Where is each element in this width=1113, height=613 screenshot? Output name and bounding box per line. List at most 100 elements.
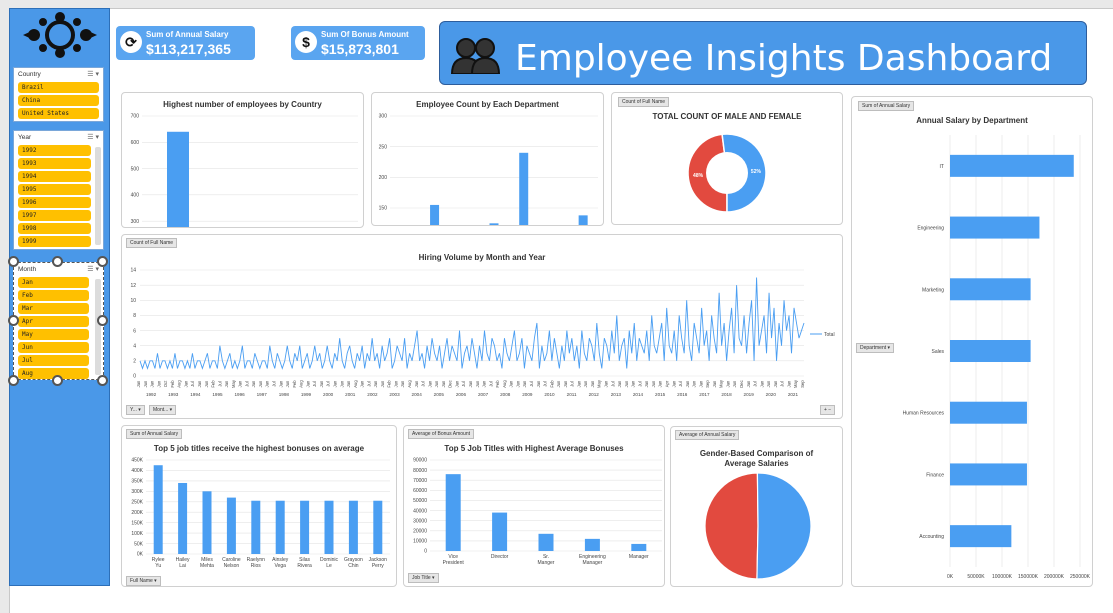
month-tick-label: Jan [536,380,541,387]
year-tick-label: 2017 [699,392,710,397]
year-tick-label: 2000 [323,392,334,397]
year-slicer[interactable]: Year ☰ ▾ 1992 1993 1994 1995 1996 1997 19… [13,130,104,250]
month-slicer[interactable]: Month ☰ ▾ Jan Feb Mar Apr May Jun Jul Aug [13,262,104,380]
resize-handle[interactable] [52,256,63,267]
slicer-item-month[interactable]: Jul [18,355,89,366]
bar [153,465,163,554]
resize-handle[interactable] [8,375,19,386]
company-logo [23,12,97,58]
y-tick-label: 30000 [413,518,427,524]
x-tick-label: 200000K [1044,574,1065,580]
slicer-item-month[interactable]: May [18,329,89,340]
resize-handle[interactable] [52,375,63,386]
year-tick-label: 1998 [279,392,290,397]
slicer-item-month[interactable]: Jan [18,277,89,288]
slicer-item-month[interactable]: Jun [18,342,89,353]
y-tick-label: Marketing [922,287,944,293]
y-tick-label: 10 [130,298,136,304]
bar [538,533,554,551]
resize-handle[interactable] [8,315,19,326]
slicer-item-year[interactable]: 1996 [18,197,91,208]
slicer-item-year[interactable]: 1995 [18,184,91,195]
x-tick-label: 50000K [967,574,985,580]
bar [950,401,1027,424]
resize-handle[interactable] [97,256,108,267]
multi-select-icon[interactable]: ☰ ▾ [87,265,99,273]
slicer-item-year[interactable]: 1997 [18,210,91,221]
y-tick-label: 8 [133,313,136,319]
column-header-bar [0,0,1113,9]
y-tick-label: 200K [131,510,143,516]
month-tick-label: Jan [373,380,378,387]
month-tick-label: Jun [393,380,398,387]
bar [950,278,1031,301]
slicer-item-month[interactable]: Feb [18,290,89,301]
bar [950,154,1074,177]
month-tick-label: Jan [644,380,649,387]
job-title-filter-button[interactable]: Job Title ▾ [408,573,439,583]
bar [275,500,285,554]
avg-bonus-bar-chart: 0 10000 20000 30000 40000 50000 60000 70000 8000… [413,458,662,566]
kpi-value: $15,873,801 [321,41,399,57]
month-tick-label: Jan [454,380,459,387]
x-tick-label: Yu [155,563,161,569]
month-field-button[interactable]: Mont... ▾ [149,405,177,415]
month-slicer-scrollbar[interactable] [95,279,101,375]
bar [578,215,588,225]
year-tick-label: 2008 [500,392,511,397]
month-tick-label: May [231,379,236,388]
country-slicer[interactable]: Country ☰ ▾ Brazil China United States [13,67,104,122]
x-tick-label: President [443,560,465,566]
resize-handle[interactable] [97,315,108,326]
month-tick-label: May [793,379,798,388]
data-label: 52% [751,169,762,175]
full-name-filter-button[interactable]: Full Name ▾ [126,576,161,586]
year-tick-label: 2021 [788,392,799,397]
year-tick-label: 2003 [389,392,400,397]
month-tick-label: Jun [583,380,588,387]
slicer-item-year[interactable]: 1998 [18,223,91,234]
slicer-item-year[interactable]: 1994 [18,171,91,182]
year-tick-label: 2005 [434,392,445,397]
month-tick-label: Jan [590,380,595,387]
month-tick-label: Jul [678,381,683,386]
year-field-button[interactable]: Y... ▾ [126,405,145,415]
slicer-item-country[interactable]: China [18,95,99,106]
slicer-item-country[interactable]: Brazil [18,82,99,93]
slicer-item-month[interactable]: Mar [18,303,89,314]
month-tick-label: Jan [746,380,751,387]
year-tick-label: 2014 [633,392,644,397]
x-tick-label: Rivera [297,563,312,569]
slicer-item-country[interactable]: United States [18,108,99,119]
x-tick-label: 150000K [1018,574,1039,580]
x-tick-label: Rios [251,563,262,569]
bar [584,538,600,551]
month-tick-label: Jan [224,380,229,387]
y-tick-label: IT [940,164,944,170]
expand-collapse-button[interactable]: + − [820,405,836,415]
year-tick-label: 2020 [766,392,777,397]
slicer-item-month[interactable]: Apr [18,316,89,327]
slicer-item-year[interactable]: 1993 [18,158,91,169]
slicer-item-year[interactable]: 1999 [18,236,91,247]
slicer-item-year[interactable]: 1992 [18,145,91,156]
month-tick-label: Jul [610,381,615,386]
bar [202,491,212,554]
bar [178,482,188,554]
bar [492,512,508,551]
country-bar-chart: 0100200300400500600700United StatesChina… [131,114,358,227]
card-country: Highest number of employees by Country 0… [121,92,364,228]
multi-select-icon[interactable]: ☰ ▾ [87,70,99,78]
multi-select-icon[interactable]: ☰ ▾ [87,133,99,141]
month-tick-label: Jun [380,380,385,387]
department-filter-button[interactable]: Department ▾ [856,343,895,353]
salary-icon: ⟳ [120,31,142,53]
month-tick-label: Jul [637,381,642,386]
year-slicer-scrollbar[interactable] [95,147,101,245]
month-tick-label: Jan [576,380,581,387]
bar [167,131,189,227]
x-tick-label: 0K [947,574,954,580]
resize-handle[interactable] [97,375,108,386]
resize-handle[interactable] [8,256,19,267]
month-slicer-title: Month [18,265,37,273]
